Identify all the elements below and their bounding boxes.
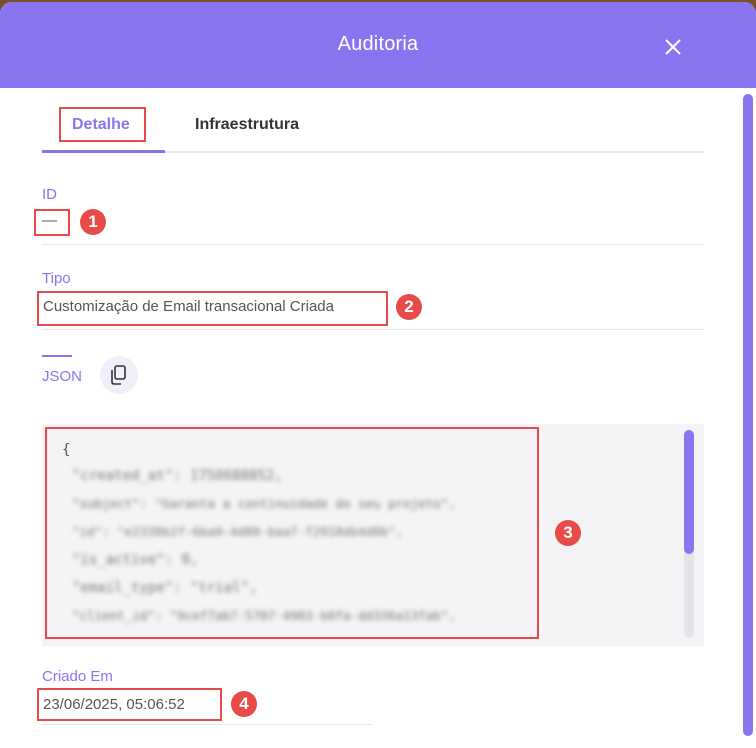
annotation-badge-1: 1 [80, 209, 106, 235]
close-icon [665, 39, 681, 55]
highlight-box-tab [59, 107, 146, 142]
json-label-indicator [42, 355, 72, 357]
audit-modal: Auditoria Detalhe Infraestrutura ID — 1 … [0, 2, 756, 748]
tipo-label: Tipo [42, 270, 71, 287]
highlight-box-json [45, 427, 539, 639]
json-scrollbar-thumb[interactable] [684, 430, 694, 554]
annotation-badge-2: 2 [396, 294, 422, 320]
divider [42, 724, 372, 725]
copy-json-button[interactable] [100, 356, 138, 394]
json-label: JSON [42, 368, 83, 385]
criado-em-label: Criado Em [42, 668, 113, 685]
modal-title: Auditoria [337, 33, 419, 55]
tab-bar: Detalhe Infraestrutura [42, 98, 704, 154]
id-label: ID [42, 186, 57, 203]
copy-icon [111, 365, 126, 385]
active-tab-indicator [42, 150, 165, 153]
highlight-box-id [34, 209, 70, 236]
modal-scrollbar[interactable] [743, 94, 753, 736]
close-button[interactable] [660, 34, 686, 60]
highlight-box-tipo [37, 291, 388, 326]
highlight-box-criado-em [37, 688, 222, 721]
annotation-badge-4: 4 [231, 691, 257, 717]
divider [42, 244, 704, 245]
tab-infraestrutura[interactable]: Infraestrutura [195, 116, 299, 134]
divider [42, 329, 704, 330]
modal-header: Auditoria [0, 2, 756, 88]
annotation-badge-3: 3 [555, 520, 581, 546]
